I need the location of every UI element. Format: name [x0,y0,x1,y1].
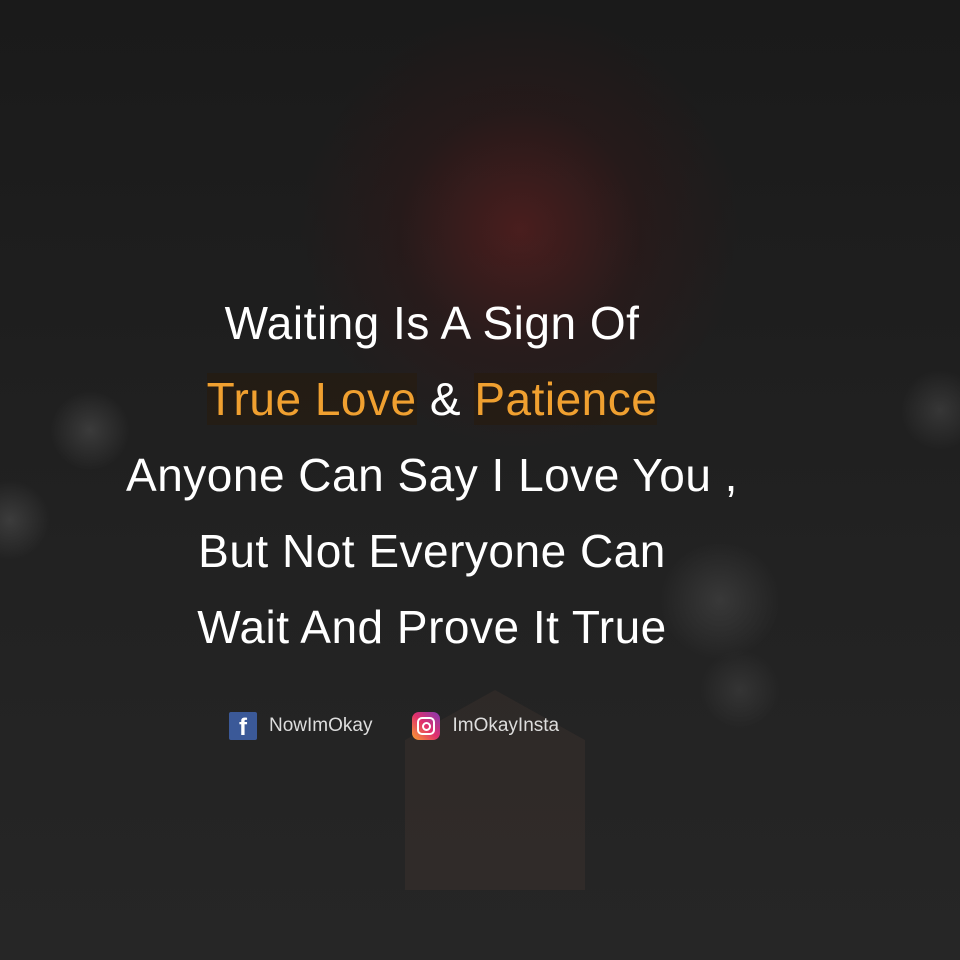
highlight-patience: Patience [474,373,658,425]
quote-line-3: Anyone Can Say I Love You , [126,449,738,501]
facebook-handle: NowImOkay [269,715,373,736]
quote-line-5: Wait And Prove It True [197,601,667,653]
ampersand: & [416,373,475,425]
quote-line-1: Waiting Is A Sign Of [224,297,640,349]
instagram-icon [412,712,441,740]
quote-line-4: But Not Everyone Can [198,525,666,577]
quote-text: Waiting Is A Sign Of True Love & Patienc… [0,285,864,665]
instagram-handle: ImOkayInsta [452,715,560,736]
social-handles: f NowImOkay ImOkayInsta [229,712,560,741]
facebook-icon: f [229,712,257,741]
highlight-true-love: True Love [206,373,417,425]
quote-line-2: True Love & Patience [0,361,864,437]
